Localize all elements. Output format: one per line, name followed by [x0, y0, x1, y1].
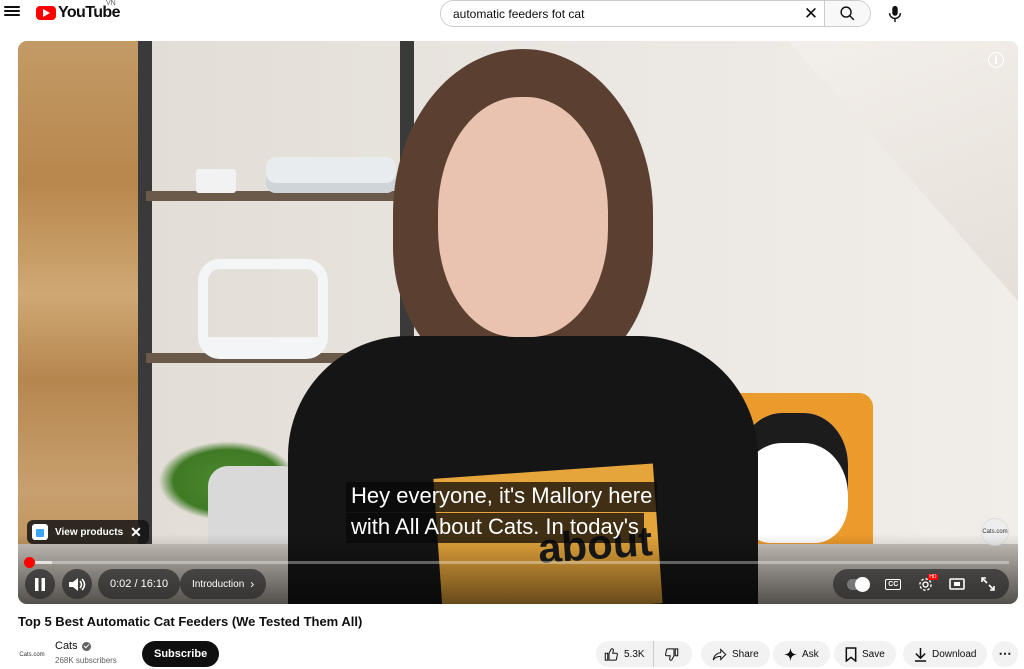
subtitles-cc-icon[interactable]: CC: [885, 578, 902, 590]
save-button[interactable]: Save: [834, 641, 896, 667]
more-actions-icon[interactable]: ⋯: [992, 641, 1018, 667]
ask-button[interactable]: Ask: [773, 641, 830, 667]
autoplay-toggle[interactable]: [847, 576, 871, 592]
video-title: Top 5 Best Automatic Cat Feeders (We Tes…: [18, 614, 363, 629]
chevron-right-icon: ›: [250, 577, 255, 591]
scrubber-handle[interactable]: [24, 557, 36, 568]
thumbs-up-icon: [604, 647, 618, 661]
microphone-icon: [888, 5, 902, 22]
download-label: Download: [932, 648, 977, 660]
info-icon[interactable]: i: [988, 52, 1004, 68]
search-icon: [840, 6, 855, 21]
hd-badge: HD: [928, 573, 938, 580]
hamburger-menu-icon[interactable]: [4, 4, 20, 20]
like-count: 5.3K: [624, 648, 645, 660]
dislike-button[interactable]: [654, 647, 689, 662]
download-icon: [914, 647, 927, 662]
view-products-label: View products: [55, 526, 124, 538]
volume-icon: [69, 577, 86, 591]
share-label: Share: [732, 648, 759, 660]
sparkle-icon: [784, 647, 797, 661]
settings-gear-icon[interactable]: HD: [918, 573, 938, 592]
time-display: 0:02 / 16:10: [98, 569, 181, 599]
close-icon[interactable]: ✕: [130, 524, 142, 541]
fullscreen-icon[interactable]: [981, 577, 995, 591]
search-box: ✕: [440, 0, 871, 27]
like-dislike-group: 5.3K: [596, 641, 692, 667]
save-label: Save: [862, 648, 885, 660]
share-icon: [712, 647, 727, 661]
volume-button[interactable]: [62, 569, 92, 599]
ask-label: Ask: [802, 648, 819, 660]
progress-bar[interactable]: [24, 557, 1009, 568]
search-input[interactable]: [441, 1, 798, 26]
clear-search-icon[interactable]: ✕: [798, 1, 824, 26]
country-code: VN: [106, 0, 116, 7]
youtube-play-icon: [36, 6, 56, 20]
video-player[interactable]: about i Hey everyone, it's Mallory here …: [18, 41, 1018, 604]
chapter-button[interactable]: Introduction ›: [180, 569, 267, 599]
pause-icon: [35, 577, 45, 591]
channel-name[interactable]: Cats: [55, 640, 91, 652]
masthead: YouTube VN ✕: [0, 0, 1024, 28]
pause-button[interactable]: [25, 569, 55, 599]
like-button[interactable]: 5.3K: [596, 641, 654, 667]
chapter-label: Introduction: [192, 578, 245, 590]
right-controls: CC HD: [833, 569, 1009, 599]
subscribe-button[interactable]: Subscribe: [142, 641, 220, 667]
search-button[interactable]: [824, 1, 870, 26]
shopping-bag-icon: [32, 524, 48, 540]
bookmark-icon: [845, 646, 857, 662]
view-products-button[interactable]: View products ✕: [27, 520, 149, 544]
channel-name-text: Cats: [55, 640, 78, 652]
subscriber-count: 268K subscribers: [55, 656, 117, 665]
theater-mode-icon[interactable]: [948, 578, 965, 590]
thumbs-down-icon: [664, 647, 678, 661]
verified-icon: [81, 641, 91, 651]
channel-avatar[interactable]: Cats.com: [18, 641, 46, 669]
caption-line-1: Hey everyone, it's Mallory here: [346, 482, 658, 512]
voice-search-button[interactable]: [880, 0, 910, 27]
share-button[interactable]: Share: [701, 641, 770, 667]
download-button[interactable]: Download: [903, 641, 988, 667]
